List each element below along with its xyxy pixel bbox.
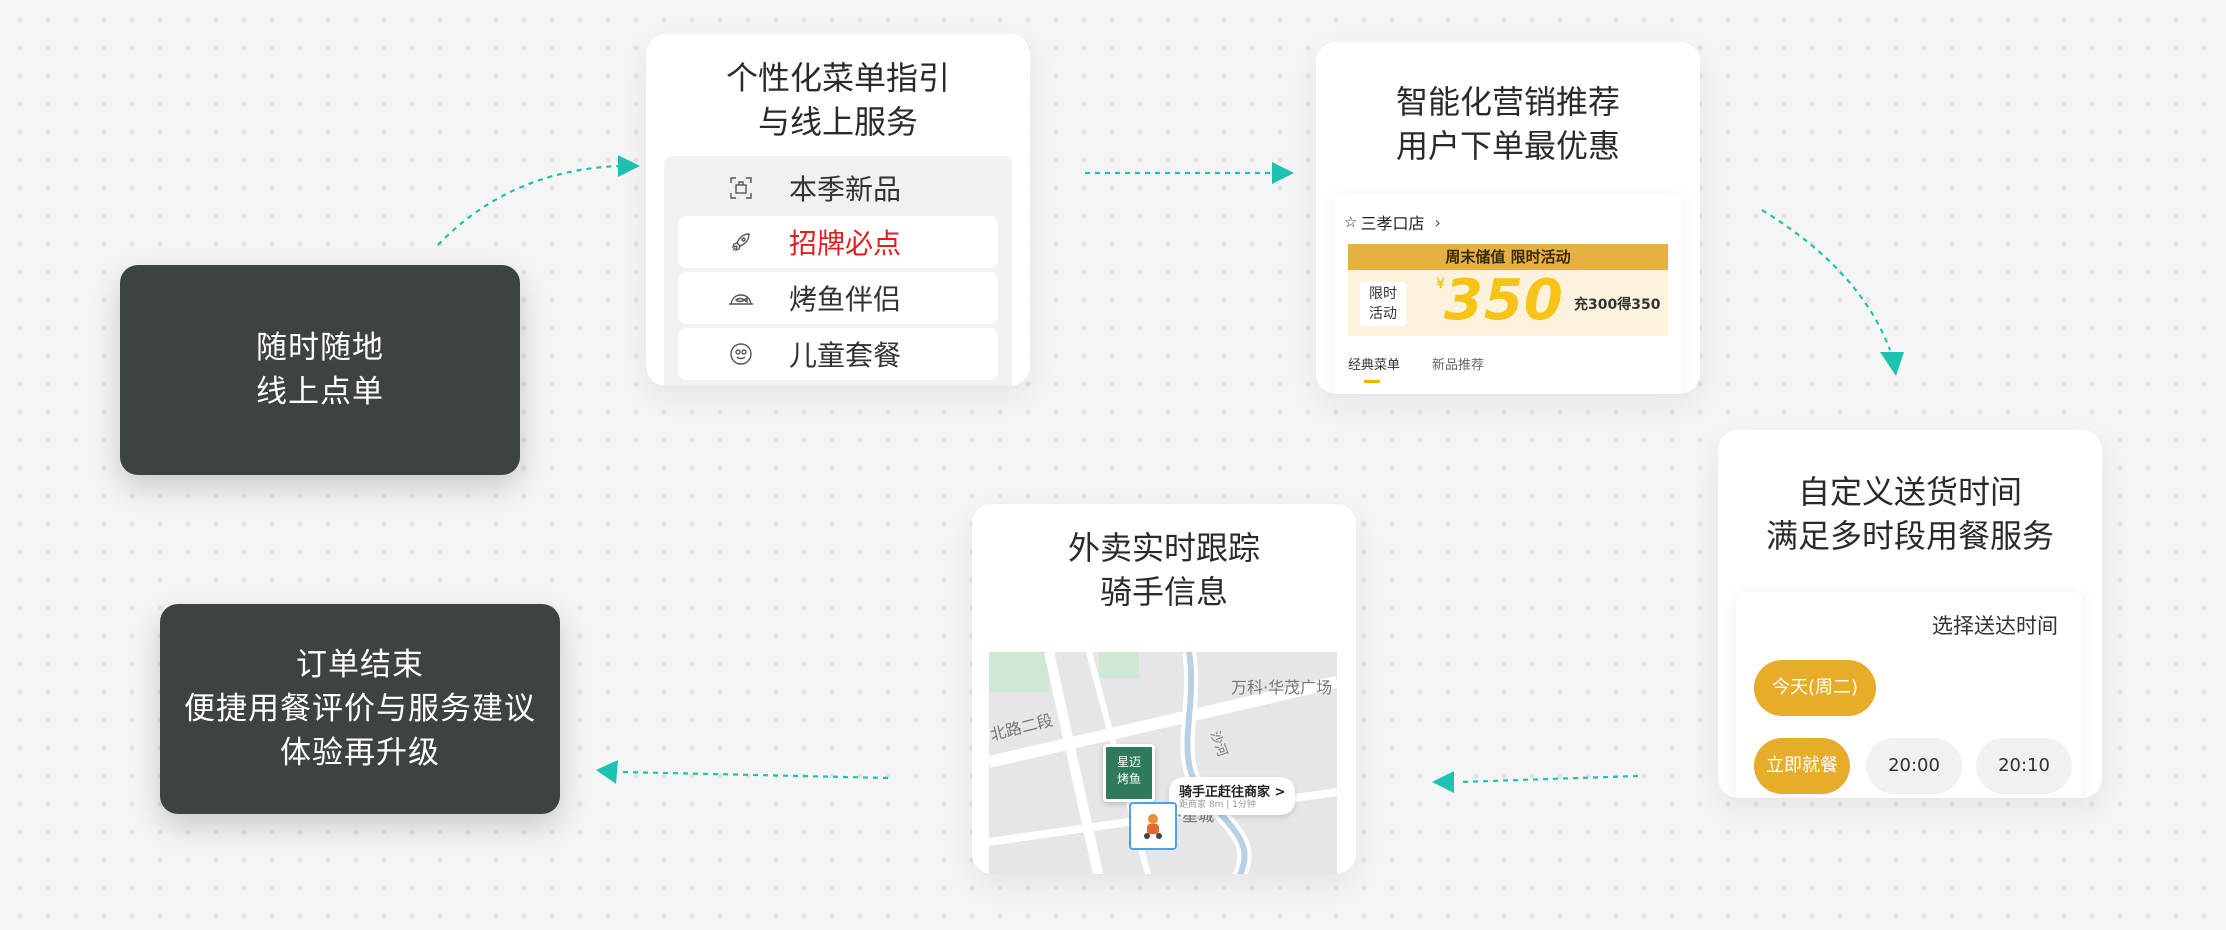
- tab-classic-menu[interactable]: 经典菜单: [1348, 354, 1400, 373]
- active-tab-indicator: [1364, 380, 1380, 383]
- promo-offer[interactable]: 限时 活动 ¥ 350 充300得350: [1348, 268, 1668, 336]
- menu-guide-title: 个性化菜单指引 与线上服务: [646, 56, 1030, 144]
- arrowhead-3: [1880, 352, 1904, 376]
- rider-status-bubble[interactable]: 骑手正赶往商家 > 距商家 8m | 1分钟: [1169, 777, 1296, 815]
- promo-amount: 350: [1444, 268, 1564, 333]
- store-pin-line2: 烤鱼: [1116, 772, 1141, 786]
- day-today-button[interactable]: 今天(周二): [1754, 660, 1876, 716]
- arrowhead-4: [1432, 771, 1454, 793]
- order-end-line2: 便捷用餐评价与服务建议: [184, 691, 536, 727]
- rider-avatar-icon: [1129, 802, 1177, 850]
- limited-badge-line2: 活动: [1369, 306, 1397, 322]
- order-end-line1: 订单结束: [296, 647, 424, 683]
- limited-badge-line1: 限时: [1369, 286, 1397, 302]
- delivery-time-title: 自定义送货时间 满足多时段用餐服务: [1718, 470, 2102, 558]
- delivery-time-card: 自定义送货时间 满足多时段用餐服务 选择送达时间 今天(周二) 立即就餐 20:…: [1718, 430, 2102, 798]
- menu-guide-card: 个性化菜单指引 与线上服务 本季新品 招牌必点 烤鱼伴侣 儿童套餐: [646, 34, 1030, 386]
- fish-plate-icon: [726, 283, 756, 313]
- arrow-tracking-to-end: [621, 770, 889, 780]
- menu-item-label: 儿童套餐: [789, 339, 902, 372]
- store-selector[interactable]: ☆ 三孝口店 ›: [1344, 210, 1441, 234]
- tracking-title: 外卖实时跟踪 骑手信息: [972, 526, 1356, 614]
- menu-item-label: 烤鱼伴侣: [789, 283, 902, 316]
- delivery-time-title-line2: 满足多时段用餐服务: [1765, 517, 2054, 555]
- store-pin[interactable]: 星迈 烤鱼: [1103, 744, 1155, 802]
- promo-banner: 周末储值 限时活动: [1348, 244, 1668, 270]
- arrowhead-5: [596, 760, 618, 784]
- store-pin-line1: 星迈: [1116, 755, 1141, 769]
- menu-list: 本季新品 招牌必点 烤鱼伴侣 儿童套餐: [664, 156, 1012, 386]
- order-online-line2: 线上点单: [256, 374, 384, 410]
- smart-marketing-title-line1: 智能化营销推荐: [1395, 83, 1620, 121]
- rider-status: 骑手正赶往商家 >: [1179, 785, 1286, 800]
- smart-marketing-title: 智能化营销推荐 用户下单最优惠: [1316, 80, 1700, 168]
- menu-item-label: 招牌必点: [789, 227, 902, 260]
- chevron-right-icon: ›: [1434, 212, 1441, 232]
- menu-item-label: 本季新品: [789, 173, 902, 206]
- arrow-time-to-tracking: [1459, 774, 1639, 784]
- smart-marketing-card: 智能化营销推荐 用户下单最优惠 ☆ 三孝口店 › 周末储值 限时活动 限时 活动…: [1316, 42, 1700, 394]
- store-name: 三孝口店: [1360, 214, 1425, 233]
- order-end-line3: 体验再升级: [280, 735, 440, 771]
- slot-2000-button[interactable]: 20:00: [1866, 738, 1962, 794]
- slot-now-button[interactable]: 立即就餐: [1754, 738, 1850, 794]
- tracking-title-line1: 外卖实时跟踪: [1067, 529, 1260, 567]
- tab-new-recommend[interactable]: 新品推荐: [1432, 354, 1484, 373]
- delivery-time-title-line1: 自定义送货时间: [1797, 473, 2022, 511]
- arrow-marketing-to-time: [1761, 209, 1892, 351]
- rider-map[interactable]: 北路二段 万科·华茂广场 沙河 州·星城 星迈 烤鱼 骑手正赶往商家 > 距商家…: [989, 652, 1337, 874]
- smart-marketing-title-line2: 用户下单最优惠: [1395, 127, 1620, 165]
- rocket-icon: [726, 227, 756, 257]
- star-icon: ☆: [1344, 213, 1358, 231]
- menu-item-fish-partner[interactable]: 烤鱼伴侣: [678, 272, 998, 324]
- order-online-box: 随时随地 线上点单: [120, 265, 520, 475]
- kids-meal-icon: [726, 339, 756, 369]
- tracking-title-line2: 骑手信息: [1099, 573, 1228, 611]
- arrow-order-to-menu: [437, 164, 621, 246]
- menu-item-signature[interactable]: 招牌必点: [678, 216, 998, 268]
- order-online-line1: 随时随地: [256, 330, 384, 366]
- arrowhead-2: [1272, 162, 1294, 184]
- menu-guide-title-line1: 个性化菜单指引: [725, 59, 950, 97]
- time-picker: 选择送达时间 今天(周二) 立即就餐 20:00 20:10: [1736, 592, 2082, 798]
- limited-badge: 限时 活动: [1360, 282, 1406, 326]
- tracking-card: 外卖实时跟踪 骑手信息 北路二段 万科·华茂广场 沙河 州·星城 星迈 烤鱼 骑…: [972, 504, 1356, 874]
- order-end-box: 订单结束 便捷用餐评价与服务建议 体验再升级: [160, 604, 560, 814]
- menu-item-kids-meal[interactable]: 儿童套餐: [678, 328, 998, 380]
- slot-2010-button[interactable]: 20:10: [1976, 738, 2072, 794]
- promo-offer-text: 充300得350: [1574, 297, 1661, 313]
- rider-distance: 距商家 8m | 1分钟: [1179, 800, 1256, 810]
- select-time-label: 选择送达时间: [1932, 614, 2058, 638]
- plaza-label: 万科·华茂广场: [1231, 678, 1333, 697]
- marketing-app-preview: ☆ 三孝口店 › 周末储值 限时活动 限时 活动 ¥ 350 充300得350 …: [1334, 194, 1682, 394]
- photo-frame-icon: [726, 173, 756, 203]
- arrowhead-1: [618, 155, 640, 177]
- menu-item-new-season[interactable]: 本季新品: [678, 162, 998, 214]
- menu-guide-title-line2: 与线上服务: [757, 103, 918, 141]
